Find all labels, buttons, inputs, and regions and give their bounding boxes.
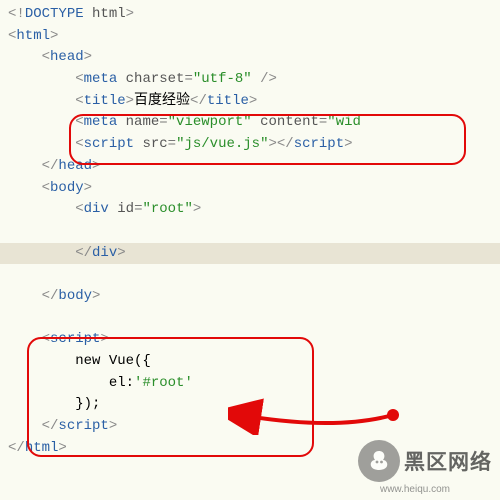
watermark-url: www.heiqu.com [380, 484, 450, 495]
code-line [0, 308, 500, 330]
watermark: 黑区网络 [358, 440, 492, 482]
code-line: <!DOCTYPE html> [0, 4, 500, 26]
code-line: <meta charset="utf-8" /> [0, 69, 500, 91]
code-line: </div> [0, 243, 500, 265]
code-line: </script> [0, 416, 500, 438]
watermark-text: 黑区网络 [404, 446, 492, 476]
code-line: <head> [0, 47, 500, 69]
code-line [0, 221, 500, 243]
code-line: </head> [0, 156, 500, 178]
code-line: </body> [0, 286, 500, 308]
code-block: <!DOCTYPE html><html> <head> <meta chars… [0, 0, 500, 463]
code-line: <title>百度经验</title> [0, 91, 500, 113]
code-line: <meta name="viewport" content="wid [0, 112, 500, 134]
code-line [0, 264, 500, 286]
watermark-icon [358, 440, 400, 482]
code-line: <html> [0, 26, 500, 48]
code-line: new Vue({ [0, 351, 500, 373]
code-line: <script src="js/vue.js"></script> [0, 134, 500, 156]
code-line: <script> [0, 329, 500, 351]
code-line: el:'#root' [0, 373, 500, 395]
code-line: <body> [0, 178, 500, 200]
code-line: <div id="root"> [0, 199, 500, 221]
code-line: }); [0, 394, 500, 416]
